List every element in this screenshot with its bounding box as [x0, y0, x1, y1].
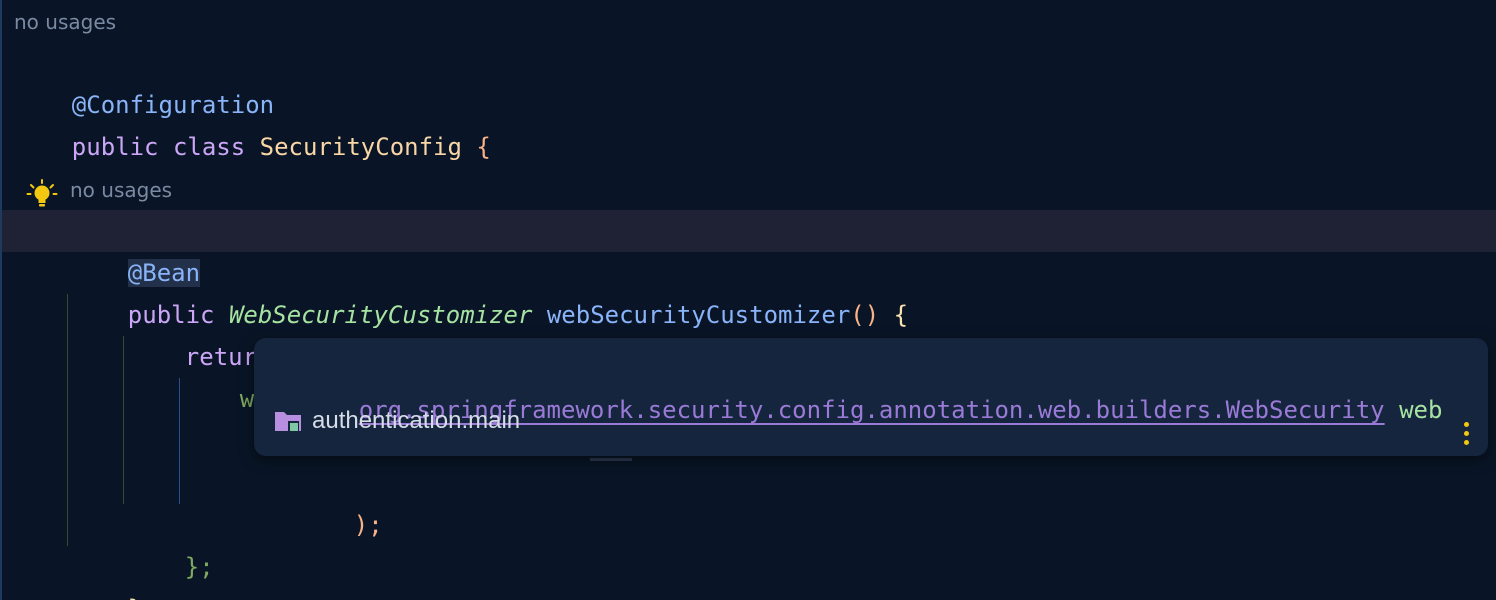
code-line-class-decl: public class SecurityConfig {	[14, 84, 491, 161]
keyword-public: public	[71, 133, 159, 161]
code-line-close-method: }	[70, 546, 142, 600]
method-parens: ()	[850, 301, 880, 329]
popup-signature: org.springframework.security.config.anno…	[272, 356, 1443, 424]
type-info-popup[interactable]: org.springframework.security.config.anno…	[254, 338, 1488, 456]
code-line-return: return web -> {	[127, 294, 402, 371]
popup-var-name: web	[1399, 396, 1443, 424]
code-line-close-lambda: };	[127, 504, 214, 581]
code-line-method-decl: public WebSecurityCustomizer webSecurity…	[70, 252, 908, 329]
indent-guide	[123, 336, 124, 504]
close-lambda: };	[184, 553, 214, 581]
current-line-highlight	[2, 210, 1496, 252]
class-name: SecurityConfig	[259, 133, 462, 161]
close-paren: );	[353, 511, 383, 539]
class-open-brace: {	[476, 133, 491, 161]
keyword-class: class	[172, 133, 246, 161]
method-open-brace: {	[893, 301, 909, 329]
code-line-bean: @Bean	[70, 210, 201, 287]
method-name: webSecurityCustomizer	[546, 301, 851, 329]
popup-underline-stub	[590, 458, 632, 461]
code-line-close-paren: );	[296, 462, 383, 539]
code-editor[interactable]: no usages @Configuration public class Se…	[0, 0, 1496, 600]
code-line-annotation: @Configuration	[14, 42, 274, 119]
module-name: authentication.main	[312, 407, 521, 434]
popup-module-row[interactable]: authentication.main	[274, 404, 520, 438]
lightbulb-icon[interactable]	[26, 178, 58, 210]
indent-guide	[179, 378, 180, 504]
module-folder-icon	[275, 412, 301, 432]
close-method-brace: }	[128, 595, 142, 600]
usages-hint-method[interactable]: no usages	[70, 177, 172, 203]
gutter-border	[0, 0, 2, 600]
usages-hint-class[interactable]: no usages	[14, 9, 116, 35]
more-vertical-icon[interactable]	[1458, 420, 1474, 448]
indent-guide	[67, 294, 68, 546]
